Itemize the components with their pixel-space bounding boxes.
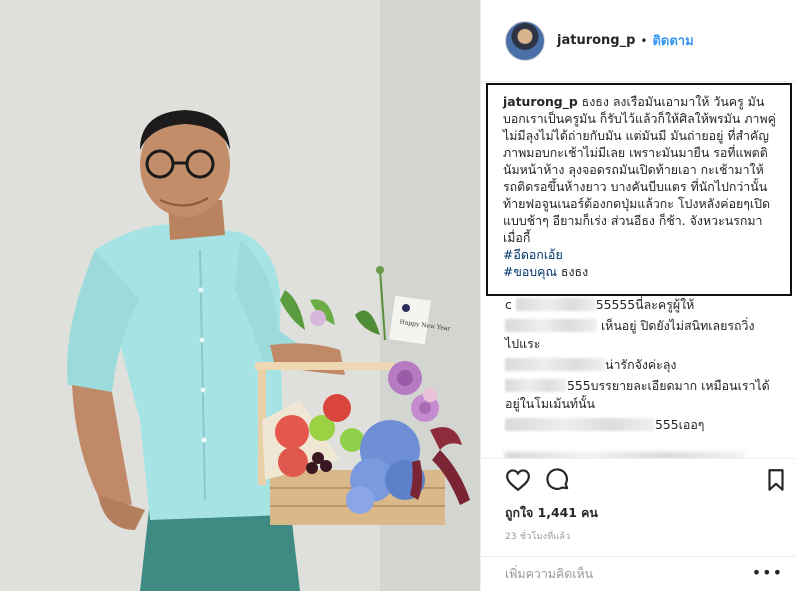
photo-illustration: Happy New Year xyxy=(0,0,480,591)
caption-line: บอกเราเป็นครูมัน ก็รับไว้แล้วก็ให้ศิลให้… xyxy=(503,111,741,126)
caption-line: ธงธง ลงเรือมันเอามาให้ วันครู มัน xyxy=(577,94,765,109)
comment-text: 555บรรยายละเอียดมาก เหมือนเราได้ xyxy=(567,378,770,393)
post-header: jaturong_p • ติดตาม xyxy=(481,0,796,82)
post-sidebar: jaturong_p • ติดตาม jaturong_p ธงธง ลงเร… xyxy=(480,0,796,591)
add-comment-bar: เพิ่มความคิดเห็น ••• xyxy=(481,556,796,591)
comment-item: น่ารักจังค่ะลุง xyxy=(505,356,789,374)
hashtag-row: #ขอบคุณ ธงธง xyxy=(503,264,588,279)
comment-text: 55555นี่ละครูผู้ให้ xyxy=(595,297,695,312)
hashtag-link[interactable]: #ขอบคุณ xyxy=(503,264,557,279)
avatar[interactable] xyxy=(505,20,545,61)
comment-item: เห็นอยู่ ปิดยังไม่สนิทเลยรถวิ่ง ไปแระ xyxy=(505,317,789,353)
blurred-username xyxy=(505,319,597,332)
comment-icon[interactable] xyxy=(545,467,571,493)
blurred-username xyxy=(505,379,567,392)
comment-text: 555เออๆ xyxy=(655,417,705,432)
header-username[interactable]: jaturong_p xyxy=(557,33,635,48)
comment-item: 555เออๆ xyxy=(505,416,789,434)
separator-dot: • xyxy=(640,33,648,48)
comment-prefix: c xyxy=(505,297,512,312)
follow-button[interactable]: ติดตาม xyxy=(652,30,693,51)
comment-text: ไปแระ xyxy=(505,336,541,351)
blurred-username xyxy=(505,418,655,431)
bookmark-icon[interactable] xyxy=(763,467,789,493)
hashtag-link[interactable]: #อีดอกเอ้ย xyxy=(503,246,777,263)
comment-text: น่ารักจังค่ะลุง xyxy=(605,357,677,372)
caption-username[interactable]: jaturong_p xyxy=(503,94,578,109)
post-timestamp: 23 ชั่วโมงที่แล้ว xyxy=(505,532,571,542)
like-count[interactable]: ถูกใจ 1,441 คน xyxy=(505,504,598,523)
blurred-username xyxy=(515,298,596,311)
hashtag-suffix: ธงธง xyxy=(556,264,589,279)
comment-text: เห็นอยู่ ปิดยังไม่สนิทเลยรถวิ่ง xyxy=(597,318,755,333)
comment-item: 555บรรยายละเอียดมาก เหมือนเราได้ อยู่ในโ… xyxy=(505,377,789,413)
comment-item: c 55555นี่ละครูผู้ให้ xyxy=(505,296,789,314)
caption-highlight-box: jaturong_p ธงธง ลงเรือมันเอามาให้ วันครู… xyxy=(486,83,792,296)
more-options-icon[interactable]: ••• xyxy=(752,563,783,582)
heart-icon[interactable] xyxy=(505,467,531,493)
post-photo[interactable]: Happy New Year xyxy=(0,0,480,591)
add-comment-input[interactable]: เพิ่มความคิดเห็น xyxy=(505,565,593,584)
blurred-username xyxy=(505,358,605,371)
comment-text: อยู่ในโมเม้นท์นั้น xyxy=(505,396,596,411)
comments-list: c 55555นี่ละครูผู้ให้ เห็นอยู่ ปิดยังไม่… xyxy=(505,296,789,437)
